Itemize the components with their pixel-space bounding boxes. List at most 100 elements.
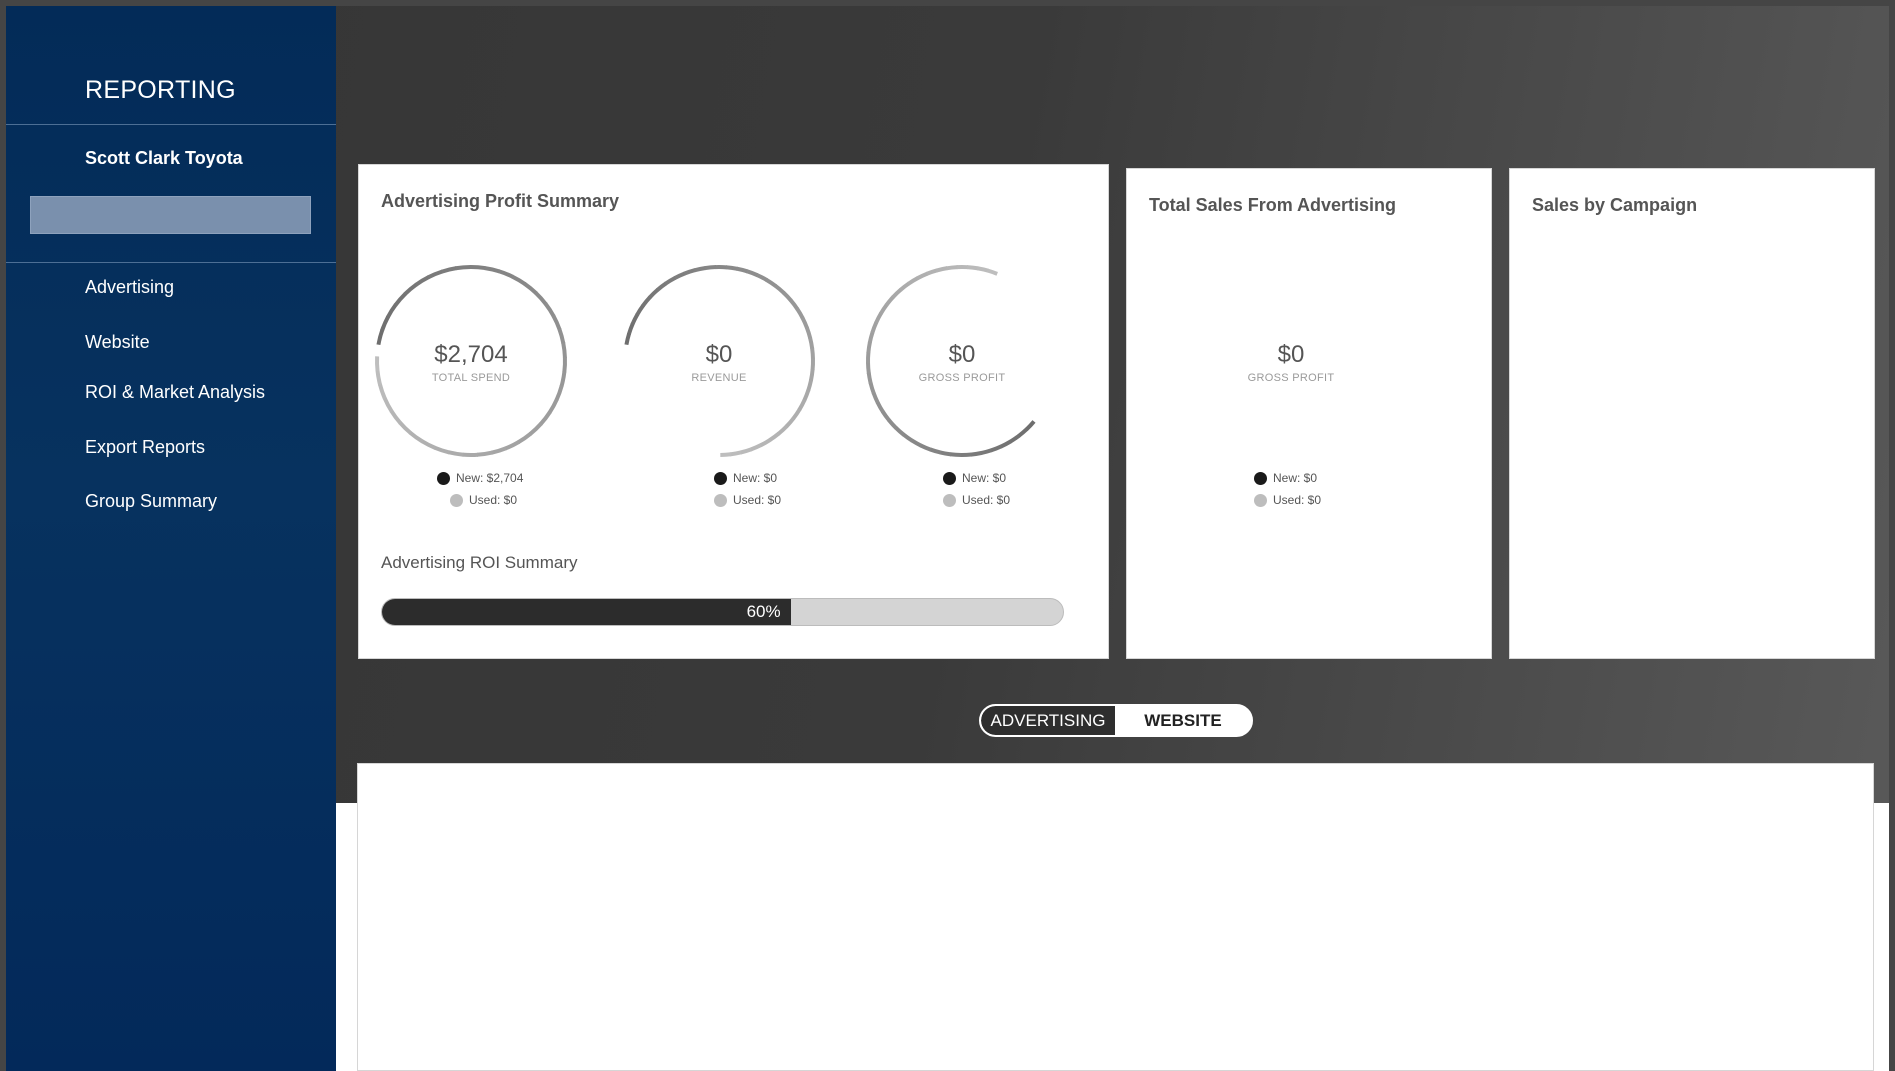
total-sales-card: Total Sales From Advertising $0 GROSS PR… bbox=[1126, 168, 1492, 659]
gauge-arc-segment bbox=[870, 321, 879, 334]
legend-new: New: $0 bbox=[1254, 471, 1317, 485]
gauge-arc-segment bbox=[626, 322, 635, 335]
sidebar-item-roi-market-analysis[interactable]: ROI & Market Analysis bbox=[85, 382, 265, 403]
gauge-arc-segment bbox=[746, 269, 759, 278]
dot-icon bbox=[450, 493, 463, 507]
sidebar-item-export-reports[interactable]: Export Reports bbox=[85, 437, 205, 458]
legend-used-text: Used: $0 bbox=[962, 493, 1011, 507]
gauge-arc-segment bbox=[635, 304, 645, 316]
gauge-arc-segment bbox=[393, 292, 407, 307]
gauge-arc-segment bbox=[380, 315, 390, 332]
gauge-arc-segment bbox=[765, 277, 777, 288]
gauge-arc-segment bbox=[630, 313, 640, 326]
gauge-arc-segment bbox=[901, 432, 914, 443]
sidebar-item-advertising[interactable]: Advertising bbox=[85, 277, 174, 298]
gauge-label: TOTAL SPEND bbox=[431, 372, 511, 384]
gross-profit-gauge: $0 GROSS PROFIT bbox=[862, 261, 1062, 461]
gauge-arc-segment bbox=[673, 271, 686, 280]
gauge-arc-segment bbox=[781, 290, 793, 303]
gauge-arc-segment bbox=[539, 410, 552, 426]
card-title: Sales by Campaign bbox=[1532, 195, 1698, 215]
gauge-value: $0 bbox=[705, 341, 733, 368]
legend-used: Used: $0 bbox=[1254, 493, 1321, 507]
gauge-arc-segment bbox=[986, 268, 998, 276]
total-sales-value: $0 GROSS PROFIT bbox=[1191, 261, 1391, 461]
gauge-arc-segment bbox=[504, 440, 520, 451]
gauge-arc-segment bbox=[725, 265, 738, 271]
gauge-arc-segment bbox=[420, 439, 437, 450]
dot-icon bbox=[1254, 471, 1267, 485]
gauge-arc-segment bbox=[871, 392, 880, 404]
gauge-arc-segment bbox=[551, 314, 562, 331]
advertising-profit-summary-card: Advertising Profit Summary $2,704 TOTAL … bbox=[358, 164, 1109, 659]
gauge-arc-segment bbox=[377, 383, 387, 400]
sidebar-divider bbox=[6, 262, 336, 263]
dealer-select[interactable] bbox=[30, 196, 311, 234]
gauge-arc-segment bbox=[1017, 427, 1029, 438]
revenue-gauge: $0 REVENUE bbox=[619, 261, 819, 461]
gauge-arc-segment bbox=[875, 401, 885, 414]
gauge-arc-segment bbox=[884, 295, 895, 307]
gauge-arc-segment bbox=[977, 266, 989, 273]
gauge-arc-segment bbox=[1024, 420, 1036, 431]
gauge-arc-segment bbox=[704, 265, 717, 271]
gauge-arc-segment bbox=[382, 397, 394, 413]
dot-icon bbox=[943, 493, 956, 507]
gauge-arc-segment bbox=[534, 291, 548, 306]
gauge-label: GROSS PROFIT bbox=[1247, 372, 1335, 384]
sidebar-item-website[interactable]: Website bbox=[85, 332, 150, 353]
gauge-label: REVENUE bbox=[691, 372, 747, 384]
gauge-arc-segment bbox=[683, 268, 696, 276]
gauge-arc-segment bbox=[440, 266, 457, 274]
sidebar-divider bbox=[6, 124, 336, 125]
gauge-arc-segment bbox=[966, 265, 979, 271]
gauge-arc-segment bbox=[946, 265, 958, 271]
gauge-arc-segment bbox=[398, 421, 413, 435]
gauge-arc-segment bbox=[795, 307, 805, 320]
gauge-arc-segment bbox=[925, 268, 938, 276]
gauge-arc-segment bbox=[408, 431, 424, 444]
legend-new-text: New: $0 bbox=[962, 471, 1007, 485]
sidebar-title: REPORTING bbox=[85, 76, 236, 104]
gauge-arc-segment bbox=[750, 443, 763, 452]
legend-used-text: Used: $0 bbox=[733, 493, 782, 507]
dealer-name: Scott Clark Toyota bbox=[85, 148, 243, 168]
dot-icon bbox=[437, 471, 450, 485]
gauge-arc-segment bbox=[929, 447, 942, 455]
gauge-arc-segment bbox=[880, 410, 891, 422]
roi-progress-fill: 60% bbox=[382, 599, 791, 625]
gauge-arc-segment bbox=[511, 274, 527, 286]
card-title: Advertising Profit Summary bbox=[381, 191, 620, 211]
toggle-advertising[interactable]: ADVERTISING bbox=[981, 706, 1115, 735]
gauge-arc-segment bbox=[999, 439, 1012, 449]
gauge-arc-segment bbox=[414, 275, 430, 287]
gauge-arc-segment bbox=[755, 273, 768, 282]
gauge-arc-segment bbox=[899, 281, 911, 292]
gauge-arc-segment bbox=[476, 450, 493, 457]
legend-new-text: New: $2,704 bbox=[456, 471, 524, 485]
gauge-arc-segment bbox=[484, 265, 500, 274]
gauge-arc-segment bbox=[554, 385, 564, 401]
gauge-arc-segment bbox=[919, 443, 932, 452]
legend-new-text: New: $0 bbox=[1273, 471, 1318, 485]
gauge-arc-segment bbox=[455, 265, 471, 271]
sidebar: REPORTING Scott Clark Toyota Advertising… bbox=[6, 6, 336, 1071]
gauge-arc-segment bbox=[802, 389, 811, 402]
gauge-arc-segment bbox=[736, 266, 749, 274]
sidebar-item-group-summary[interactable]: Group Summary bbox=[85, 491, 217, 512]
gauge-arc-segment bbox=[403, 282, 418, 296]
gauge-arc-segment bbox=[777, 424, 789, 436]
gauge-arc-segment bbox=[490, 446, 507, 455]
gauge-arc-segment bbox=[759, 437, 772, 448]
gauge-arc-segment bbox=[980, 448, 993, 456]
detail-panel bbox=[357, 763, 1874, 1071]
gauge-arc-segment bbox=[800, 316, 809, 329]
legend-used-text: Used: $0 bbox=[469, 493, 518, 507]
dot-icon bbox=[714, 493, 727, 507]
advertising-website-toggle[interactable]: ADVERTISING WEBSITE bbox=[979, 704, 1253, 737]
gauge-arc-segment bbox=[990, 444, 1003, 453]
toggle-website[interactable]: WEBSITE bbox=[1115, 706, 1251, 735]
gauge-value: $2,704 bbox=[434, 341, 508, 368]
gauge-arc-segment bbox=[910, 438, 923, 448]
legend-used: Used: $0 bbox=[450, 493, 517, 507]
